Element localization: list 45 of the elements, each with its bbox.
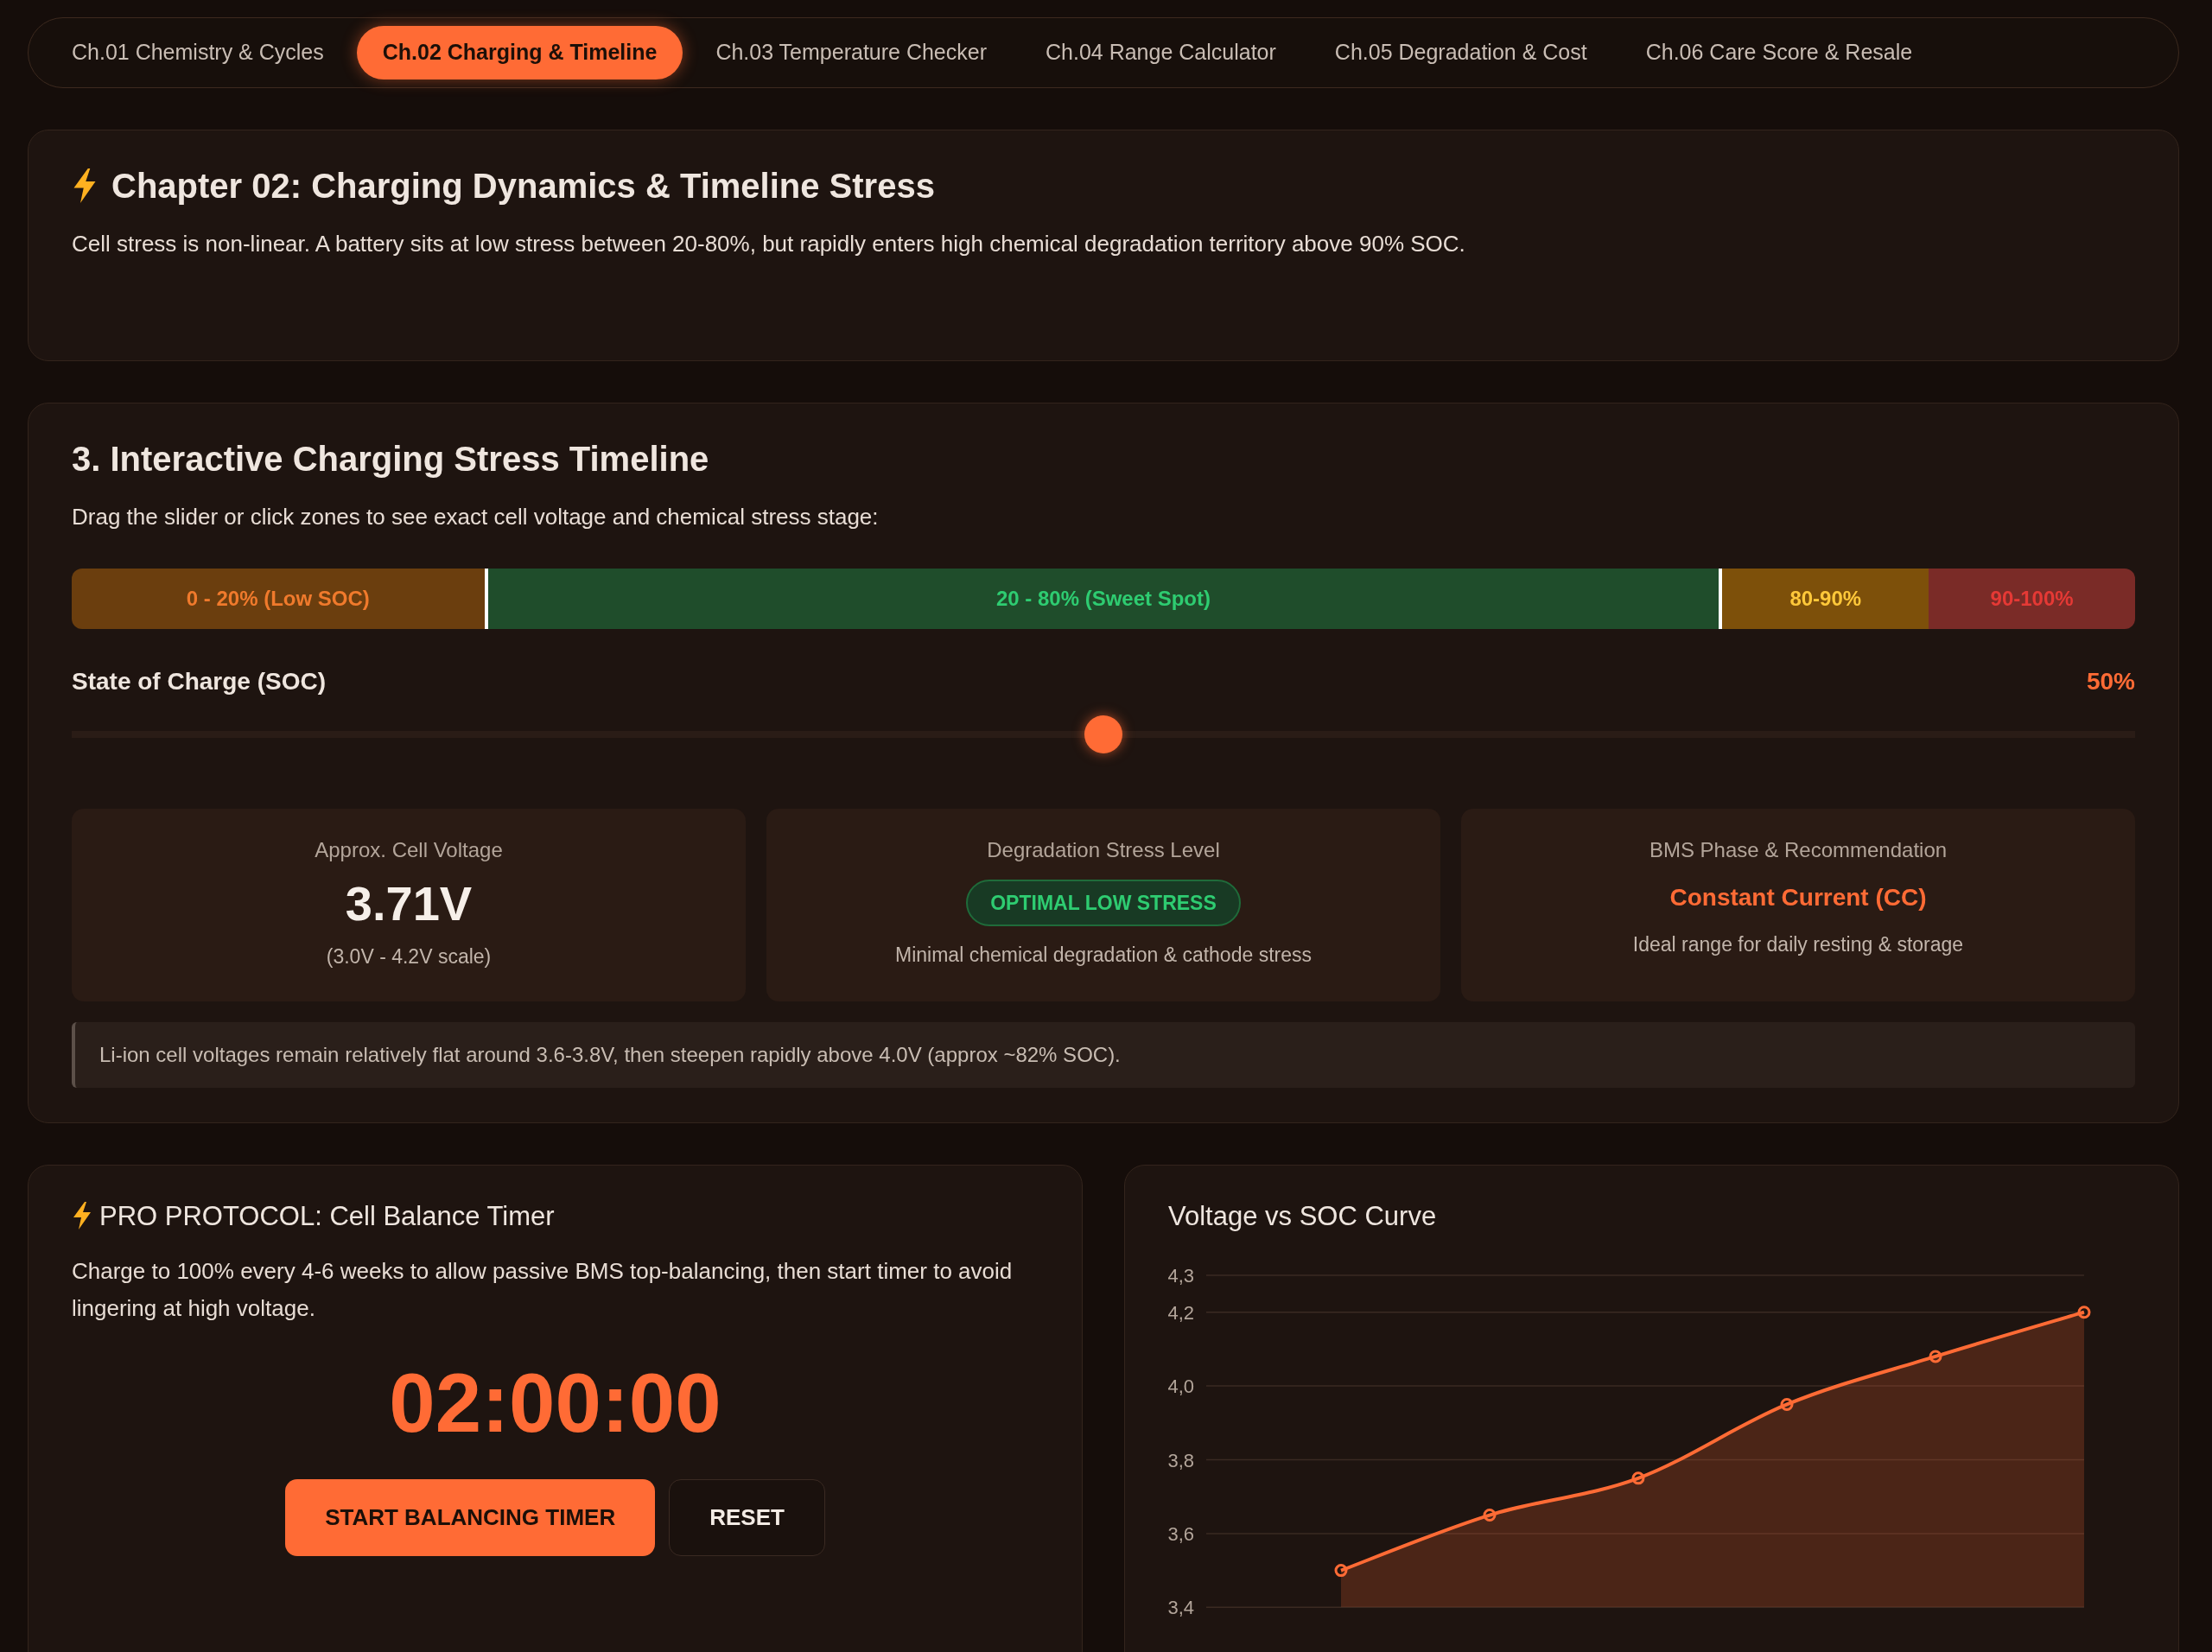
slider-value: 50% <box>2086 666 2135 696</box>
zone-segment[interactable]: 20 - 80% (Sweet Spot) <box>484 568 1723 629</box>
phase-value: Constant Current (CC) <box>1669 882 1927 912</box>
intro-text: Cell stress is non-linear. A battery sits at low stress between 20-80%, but rapidly enters high chemical degradation territory above 90% SOC. <box>72 229 1466 258</box>
chart-title: Voltage vs SOC Curve <box>1168 1199 1438 1232</box>
slider-thumb[interactable] <box>1084 715 1122 753</box>
voltage-value: 3.71V <box>345 879 473 928</box>
footnote-text: Li-ion cell voltages remain relatively flat around 3.6-3.8V, then steepen rapidly above 4.0V (approx ~82% SOC). <box>72 1021 2135 1088</box>
axis-tick-label: 3,6 <box>1167 1522 1194 1545</box>
stat-note: Minimal chemical degradation & cathode stress <box>895 943 1312 968</box>
data-point <box>2077 1305 2091 1318</box>
data-point <box>1929 1350 1942 1363</box>
timer-display: 02:00:00 <box>388 1355 722 1451</box>
chapter-tab[interactable]: Ch.03 Temperature Checker <box>690 26 1013 79</box>
chapter-heading: Chapter 02: Charging Dynamics & Timeline Stress <box>111 165 935 206</box>
instructions-text: Drag the slider or click zones to see exact cell voltage and chemical stress stage: <box>72 502 880 531</box>
axis-tick-label: 4,2 <box>1167 1301 1194 1324</box>
chapter-tab[interactable]: Ch.05 Degradation & Cost <box>1308 26 1613 79</box>
stat-title: Degradation Stress Level <box>987 836 1220 863</box>
axis-tick-label: 4,0 <box>1167 1375 1194 1397</box>
chapter-tab[interactable]: Ch.04 Range Calculator <box>1020 26 1302 79</box>
data-point <box>1631 1471 1645 1485</box>
lightning-icon <box>72 168 98 203</box>
axis-tick-label: 4,3 <box>1167 1264 1194 1287</box>
stress-badge: OPTIMAL LOW STRESS <box>966 879 1241 926</box>
stat-title: Approx. Cell Voltage <box>315 836 503 863</box>
stat-title: BMS Phase & Recommendation <box>1649 836 1948 863</box>
data-point <box>1483 1508 1497 1522</box>
chapter-tab[interactable]: Ch.02 Charging & Timeline <box>356 26 683 79</box>
reset-button[interactable]: RESET <box>669 1478 825 1556</box>
section-heading: 3. Interactive Charging Stress Timeline <box>72 438 710 480</box>
stat-note: Ideal range for daily resting & storage <box>1632 931 1964 957</box>
chapter-tab[interactable]: Ch.06 Care Score & Resale <box>1619 26 1939 79</box>
stat-note: (3.0V - 4.2V scale) <box>326 944 492 969</box>
start-timer-button[interactable]: START BALANCING TIMER <box>285 1478 656 1556</box>
data-point <box>1780 1397 1794 1411</box>
zone-segment[interactable]: 80-90% <box>1722 568 1929 629</box>
slider-label: State of Charge (SOC) <box>72 666 327 696</box>
axis-tick-label: 3,8 <box>1167 1449 1194 1471</box>
chapter-tab[interactable]: Ch.01 Chemistry & Cycles <box>46 26 350 79</box>
lightning-icon <box>72 1202 92 1230</box>
timer-heading: PRO PROTOCOL: Cell Balance Timer <box>99 1199 555 1232</box>
data-point <box>1334 1563 1348 1577</box>
axis-tick-label: 3,4 <box>1167 1597 1194 1618</box>
timer-description: Charge to 100% every 4-6 weeks to allow passive BMS top-balancing, then start timer to avoid lingering at high voltage. <box>72 1256 1014 1323</box>
